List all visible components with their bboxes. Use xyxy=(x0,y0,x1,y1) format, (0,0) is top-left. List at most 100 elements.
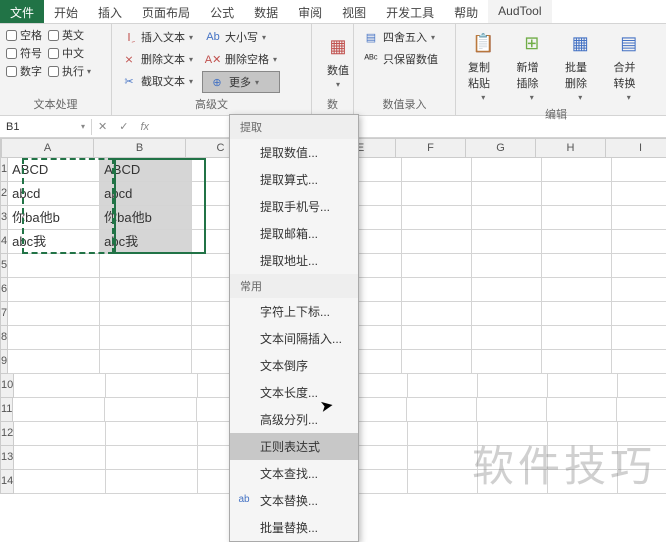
col-head-i[interactable]: I xyxy=(606,138,666,158)
cell[interactable] xyxy=(402,182,472,206)
cell[interactable] xyxy=(402,350,472,374)
chk-chinese[interactable]: 中文 xyxy=(48,45,91,61)
chk-symbol[interactable]: 符号 xyxy=(6,45,42,61)
cell[interactable] xyxy=(402,158,472,182)
cell[interactable]: ABCD xyxy=(100,158,192,182)
cell[interactable] xyxy=(402,230,472,254)
tab-insert[interactable]: 插入 xyxy=(88,0,132,23)
mi-subscript[interactable]: 字符上下标... xyxy=(230,298,358,325)
cell[interactable] xyxy=(100,350,192,374)
cell[interactable] xyxy=(542,206,612,230)
cell[interactable] xyxy=(548,446,618,470)
tab-view[interactable]: 视图 xyxy=(332,0,376,23)
chk-space[interactable]: 空格 xyxy=(6,27,42,43)
col-head-h[interactable]: H xyxy=(536,138,606,158)
cell[interactable] xyxy=(402,278,472,302)
cell[interactable] xyxy=(548,374,618,398)
cell[interactable] xyxy=(408,422,478,446)
cell[interactable] xyxy=(408,374,478,398)
cell[interactable] xyxy=(105,398,197,422)
row-head[interactable]: 2 xyxy=(0,182,8,206)
cell[interactable] xyxy=(408,446,478,470)
cell[interactable] xyxy=(8,278,100,302)
btn-addremove[interactable]: ⊞新增插除▾ xyxy=(511,27,554,104)
btn-more[interactable]: ⊕更多▾ xyxy=(202,71,280,93)
row-head[interactable]: 12 xyxy=(0,422,14,446)
row-head[interactable]: 14 xyxy=(0,470,14,494)
cell[interactable] xyxy=(612,158,666,182)
cell[interactable] xyxy=(612,206,666,230)
cell[interactable] xyxy=(106,374,198,398)
cell[interactable] xyxy=(472,230,542,254)
mi-interval[interactable]: 文本间隔插入... xyxy=(230,325,358,352)
cell[interactable] xyxy=(618,422,666,446)
cell[interactable] xyxy=(612,182,666,206)
btn-batchdel[interactable]: ▦批量删除▾ xyxy=(559,27,602,104)
cell[interactable] xyxy=(617,398,666,422)
cell[interactable] xyxy=(478,374,548,398)
cell[interactable]: abc我 xyxy=(8,230,100,254)
col-head-b[interactable]: B xyxy=(94,138,186,158)
mi-batchreplace[interactable]: 批量替换... xyxy=(230,514,358,541)
mi-reverse[interactable]: 文本倒序 xyxy=(230,352,358,379)
btn-round[interactable]: ▤四舍五入▾ xyxy=(360,27,441,47)
name-box[interactable]: B1▾ xyxy=(0,119,92,135)
cell[interactable] xyxy=(612,350,666,374)
cell[interactable] xyxy=(612,254,666,278)
btn-trim[interactable]: A✕删除空格▾ xyxy=(202,49,280,69)
cell[interactable] xyxy=(478,470,548,494)
cell[interactable] xyxy=(407,398,477,422)
cell[interactable] xyxy=(547,398,617,422)
row-head[interactable]: 3 xyxy=(0,206,8,230)
row-head[interactable]: 5 xyxy=(0,254,8,278)
fx-ok[interactable]: ✓ xyxy=(113,120,134,133)
mi-extract-email[interactable]: 提取邮箱... xyxy=(230,220,358,247)
btn-keepnum[interactable]: ᴬᴮᶜ只保留数值 xyxy=(360,49,441,69)
cell[interactable] xyxy=(402,302,472,326)
tab-dev[interactable]: 开发工具 xyxy=(376,0,444,23)
row-head[interactable]: 11 xyxy=(0,398,13,422)
tab-data[interactable]: 数据 xyxy=(244,0,288,23)
tab-audtool[interactable]: AudTool xyxy=(488,0,551,23)
mi-extract-addr[interactable]: 提取地址... xyxy=(230,247,358,274)
tab-help[interactable]: 帮助 xyxy=(444,0,488,23)
cell[interactable] xyxy=(618,446,666,470)
row-head[interactable]: 8 xyxy=(0,326,8,350)
cell[interactable] xyxy=(612,326,666,350)
mi-extract-formula[interactable]: 提取算式... xyxy=(230,166,358,193)
cell[interactable] xyxy=(13,398,105,422)
mi-extract-phone[interactable]: 提取手机号... xyxy=(230,193,358,220)
cell[interactable] xyxy=(472,326,542,350)
cell[interactable] xyxy=(618,470,666,494)
cell[interactable]: abcd xyxy=(8,182,100,206)
chk-run[interactable]: 执行▾ xyxy=(48,63,91,79)
row-head[interactable]: 6 xyxy=(0,278,8,302)
cell[interactable] xyxy=(8,350,100,374)
cell[interactable]: 你ba他b xyxy=(100,206,192,230)
row-head[interactable]: 10 xyxy=(0,374,14,398)
cell[interactable] xyxy=(472,158,542,182)
cell[interactable] xyxy=(14,470,106,494)
cell[interactable]: abcd xyxy=(100,182,192,206)
cell[interactable] xyxy=(542,302,612,326)
col-head-g[interactable]: G xyxy=(466,138,536,158)
cell[interactable] xyxy=(408,470,478,494)
cell[interactable] xyxy=(478,422,548,446)
col-head-a[interactable]: A xyxy=(2,138,94,158)
btn-delete-text[interactable]: ⨯删除文本▾ xyxy=(118,49,196,69)
mi-regex[interactable]: 正则表达式 xyxy=(230,433,358,460)
cell[interactable] xyxy=(472,278,542,302)
cell[interactable] xyxy=(106,446,198,470)
cell[interactable] xyxy=(472,254,542,278)
row-head[interactable]: 1 xyxy=(0,158,8,182)
cell[interactable] xyxy=(472,182,542,206)
cell[interactable] xyxy=(618,374,666,398)
tab-formula[interactable]: 公式 xyxy=(200,0,244,23)
cell[interactable] xyxy=(542,254,612,278)
btn-insert-text[interactable]: Iِ插入文本▾ xyxy=(118,27,196,47)
mi-length[interactable]: 文本长度... xyxy=(230,379,358,406)
chk-english[interactable]: 英文 xyxy=(48,27,91,43)
cell[interactable] xyxy=(402,206,472,230)
cell[interactable] xyxy=(106,470,198,494)
cell[interactable] xyxy=(612,302,666,326)
